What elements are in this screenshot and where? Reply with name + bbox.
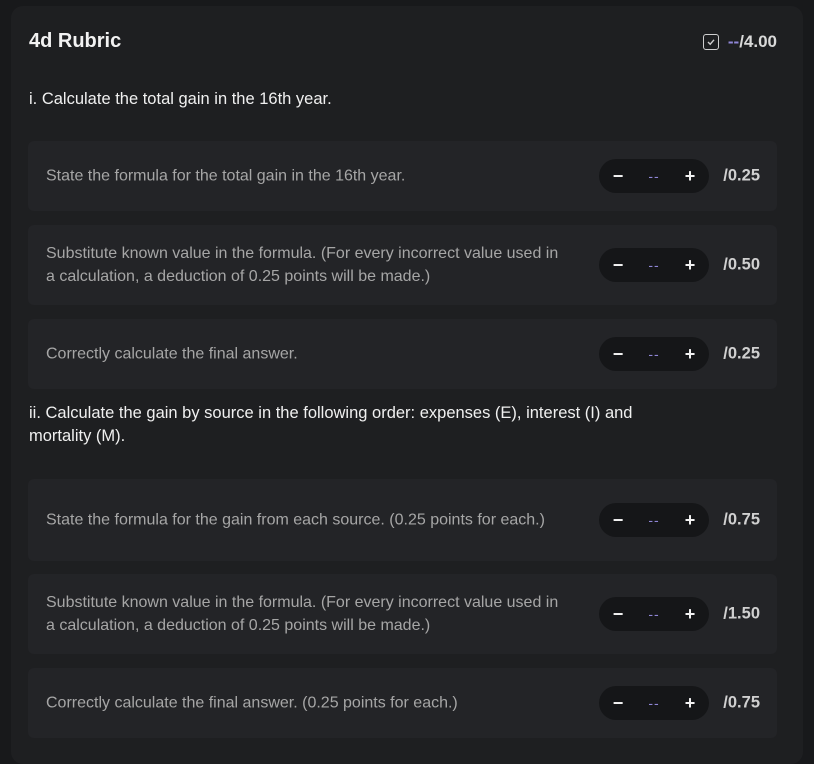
increment-button[interactable]: + [683, 166, 697, 187]
rubric-item: Substitute known value in the formula. (… [28, 225, 777, 305]
rubric-item-text: Correctly calculate the final answer. (0… [46, 694, 458, 712]
section-title: i. Calculate the total gain in the 16th … [29, 90, 332, 108]
increment-button[interactable]: + [683, 344, 697, 365]
score-value[interactable]: -- [648, 257, 659, 273]
rubric-item-text: Substitute known value in the formula. (… [46, 594, 559, 634]
rubric-item: Correctly calculate the final answer. − … [28, 319, 777, 389]
score-max: /0.25 [723, 344, 760, 363]
score-max: /0.50 [723, 255, 760, 274]
score-max: /0.75 [723, 693, 760, 712]
rubric-item-text: Substitute known value in the formula. (… [46, 245, 559, 285]
decrement-button[interactable]: − [611, 693, 625, 714]
score-value[interactable]: -- [648, 346, 659, 362]
score-value[interactable]: -- [648, 606, 659, 622]
rubric-item-text: Correctly calculate the final answer. [46, 345, 298, 363]
section-title: ii. Calculate the gain by source in the … [29, 404, 633, 445]
decrement-button[interactable]: − [611, 344, 625, 365]
increment-button[interactable]: + [683, 693, 697, 714]
score-stepper: − -- + [599, 159, 709, 193]
score-max: /0.25 [723, 166, 760, 185]
decrement-button[interactable]: − [611, 166, 625, 187]
rubric-header: 4d Rubric -- /4.00 [29, 30, 777, 58]
rubric-item-text: State the formula for the gain from each… [46, 511, 545, 529]
score-stepper: − -- + [599, 337, 709, 371]
decrement-button[interactable]: − [611, 604, 625, 625]
increment-button[interactable]: + [683, 604, 697, 625]
score-value[interactable]: -- [648, 512, 659, 528]
checkbox-icon[interactable] [702, 34, 719, 50]
score-max: /1.50 [723, 604, 760, 623]
rubric-card: 4d Rubric -- /4.00 i. Calculate the tota… [11, 6, 803, 764]
score-value[interactable]: -- [648, 168, 659, 184]
score-value[interactable]: -- [648, 695, 659, 711]
total-score: -- /4.00 [702, 32, 777, 52]
decrement-button[interactable]: − [611, 255, 625, 276]
score-stepper: − -- + [599, 248, 709, 282]
increment-button[interactable]: + [683, 255, 697, 276]
rubric-title: 4d Rubric [29, 30, 122, 52]
score-stepper: − -- + [599, 686, 709, 720]
total-score-max: /4.00 [739, 32, 777, 51]
rubric-item: Correctly calculate the final answer. (0… [28, 668, 777, 738]
score-stepper: − -- + [599, 503, 709, 537]
rubric-item: State the formula for the gain from each… [28, 479, 777, 561]
rubric-item: State the formula for the total gain in … [28, 141, 777, 211]
rubric-item-text: State the formula for the total gain in … [46, 167, 406, 185]
decrement-button[interactable]: − [611, 510, 625, 531]
score-max: /0.75 [723, 510, 760, 529]
total-score-value: -- [727, 32, 740, 51]
score-stepper: − -- + [599, 597, 709, 631]
increment-button[interactable]: + [683, 510, 697, 531]
rubric-item: Substitute known value in the formula. (… [28, 574, 777, 654]
